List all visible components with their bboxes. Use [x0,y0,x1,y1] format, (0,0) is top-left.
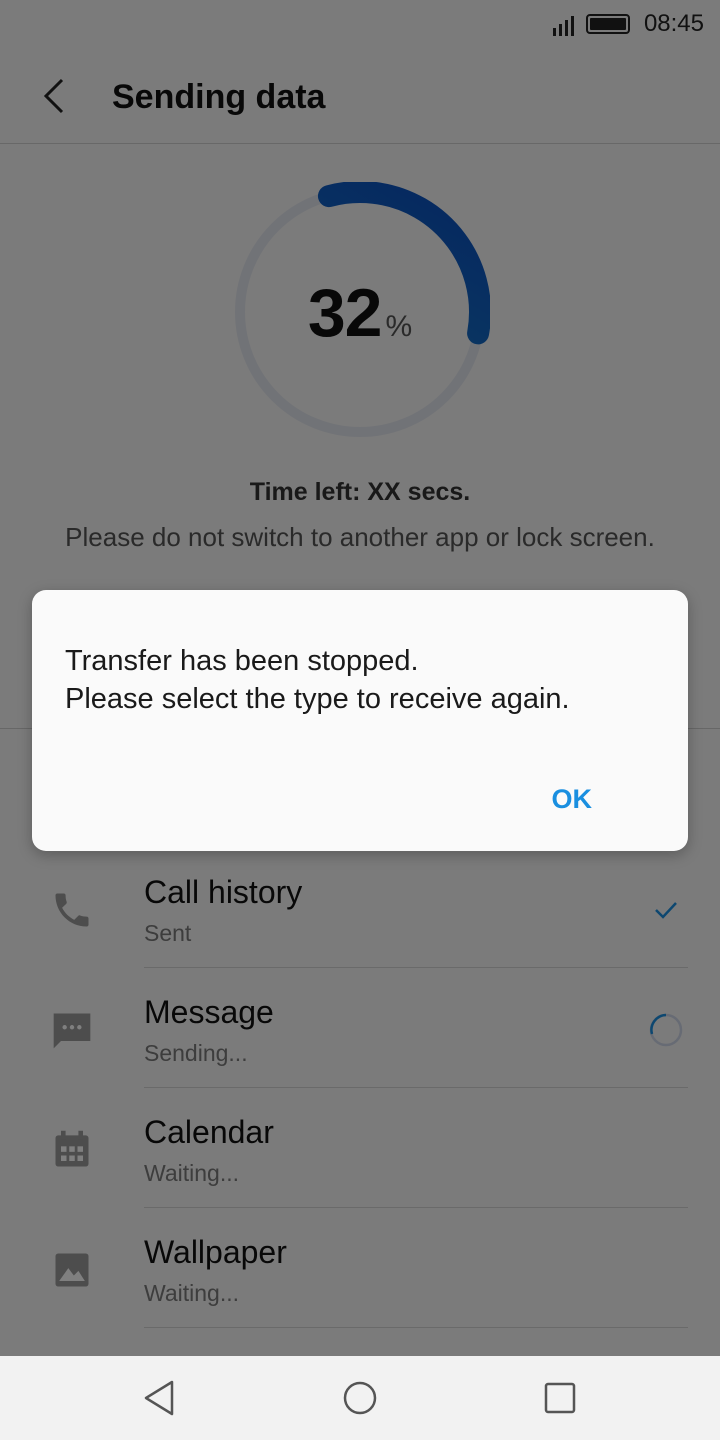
transfer-stopped-dialog: Transfer has been stopped. Please select… [32,590,688,851]
nav-home-icon[interactable] [338,1376,382,1420]
ok-button[interactable]: OK [552,784,593,815]
screen: 08:45 Sending data 32% Time left: XX sec… [0,0,720,1440]
dialog-line-1: Transfer has been stopped. [65,645,419,677]
navigation-bar [0,1356,720,1440]
dialog-line-2: Please select the type to receive again. [65,683,570,715]
nav-back-icon[interactable] [138,1376,182,1420]
nav-recents-icon[interactable] [538,1376,582,1420]
dialog-message: Transfer has been stopped. Please select… [65,642,570,718]
